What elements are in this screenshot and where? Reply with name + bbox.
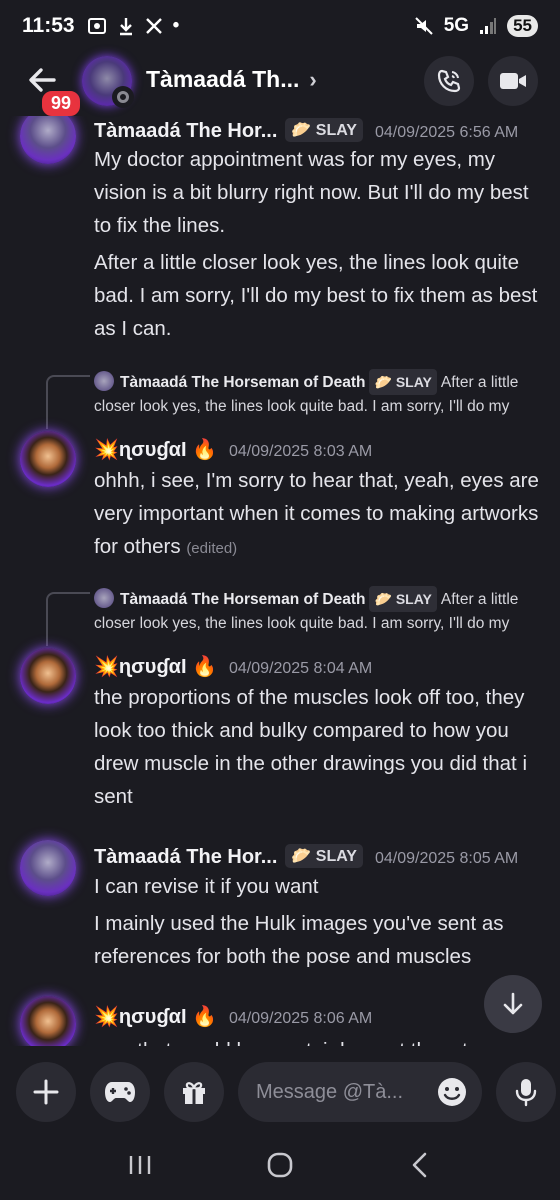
video-camera-icon	[500, 73, 526, 89]
reply-tag-label: SLAY	[395, 374, 432, 390]
author-name[interactable]: ɳσυɠαƖ	[119, 439, 187, 461]
status-bar: 11:53 • 5G 55	[0, 0, 560, 52]
notification-icons: •	[87, 15, 180, 37]
reply-avatar	[94, 371, 114, 391]
tag-icon: 🥟	[291, 122, 312, 139]
message-input[interactable]	[256, 1080, 406, 1104]
message-text: yes, that would be great, i do want them…	[94, 1034, 546, 1046]
timestamp: 04/09/2025 6:56 AM	[374, 124, 519, 141]
timestamp: 04/09/2025 8:04 AM	[228, 660, 373, 677]
tag-icon: 🥟	[291, 848, 312, 865]
tag-label: SLAY	[315, 122, 357, 139]
timestamp: 04/09/2025 8:05 AM	[374, 850, 519, 867]
presence-offline-icon	[112, 86, 134, 108]
reply-avatar	[94, 588, 114, 608]
message-composer	[0, 1054, 560, 1130]
author-name[interactable]: Tàmaadá The Hor...	[94, 120, 277, 142]
voice-call-button[interactable]	[424, 56, 474, 106]
edited-label: (edited)	[186, 540, 238, 557]
timestamp: 04/09/2025 8:03 AM	[228, 443, 373, 460]
plus-icon	[33, 1079, 59, 1105]
author-name[interactable]: ɳσυɠαƖ	[119, 1006, 187, 1028]
message-text: ohhh, i see, I'm sorry to hear that, yea…	[94, 464, 546, 565]
reply-tag: 🥟 SLAY	[369, 369, 437, 395]
message-text: After a little closer look yes, the line…	[94, 251, 538, 340]
gamepad-icon	[105, 1082, 135, 1102]
dot-icon: •	[172, 15, 180, 36]
message-input-wrapper[interactable]	[238, 1062, 482, 1122]
battery-badge: 55	[507, 15, 538, 37]
author-name[interactable]: ɳσυɠαƖ	[119, 656, 187, 678]
system-back-button[interactable]	[400, 1145, 440, 1185]
recent-apps-button[interactable]	[120, 1145, 160, 1185]
avatar[interactable]	[20, 996, 76, 1046]
message-header: 💥ɳσυɠαƖ 🔥 04/09/2025 8:03 AM	[94, 437, 372, 462]
arrow-down-icon	[503, 992, 523, 1015]
chat-header: 99 Tàmaadá Th... ›	[0, 52, 560, 119]
jump-to-bottom-button[interactable]	[484, 975, 542, 1033]
avatar[interactable]	[20, 648, 76, 704]
collision-emoji: 💥	[94, 439, 119, 461]
message-text: the proportions of the muscles look off …	[94, 686, 528, 808]
message-list[interactable]: Tàmaadá The Hor... 🥟 SLAY 04/09/2025 6:56 …	[0, 116, 560, 1046]
phone-icon	[437, 69, 461, 93]
message-header: 💥ɳσυɠαƖ 🔥 04/09/2025 8:04 AM	[94, 654, 372, 679]
message-text: I mainly used the Hulk images you've sen…	[94, 912, 504, 968]
chevron-right-icon: ›	[309, 66, 317, 92]
message-header: Tàmaadá The Hor... 🥟 SLAY 04/09/2025 6:56 …	[94, 118, 518, 143]
message-header: Tàmaadá The Hor... 🥟 SLAY 04/09/2025 8:05 …	[94, 844, 518, 869]
page-title: Tàmaadá Th...	[146, 66, 300, 92]
reply-spine	[46, 592, 90, 646]
reply-author: Tàmaadá The Horseman of Death	[120, 374, 366, 391]
avatar[interactable]	[20, 840, 76, 896]
smiley-icon	[438, 1078, 466, 1106]
reply-preview[interactable]: Tàmaadá The Horseman of Death 🥟 SLAY After…	[94, 586, 546, 636]
unread-badge: 99	[39, 88, 84, 119]
message-header: 💥ɳσυɠαƖ 🔥 04/09/2025 8:06 AM	[94, 1004, 372, 1029]
home-button[interactable]	[260, 1145, 300, 1185]
message-text: My doctor appointment was for my eyes, m…	[94, 148, 529, 237]
microphone-icon	[515, 1079, 537, 1107]
add-attachment-button[interactable]	[16, 1062, 76, 1122]
gift-icon	[183, 1082, 205, 1104]
reply-tag-label: SLAY	[395, 591, 432, 607]
system-navigation-bar	[0, 1130, 560, 1200]
voice-message-button[interactable]	[496, 1062, 556, 1122]
reply-preview[interactable]: Tàmaadá The Horseman of Death 🥟 SLAY After…	[94, 369, 546, 419]
fire-emoji: 🔥	[192, 656, 217, 678]
author-name[interactable]: Tàmaadá The Hor...	[94, 846, 277, 868]
avatar[interactable]	[20, 116, 76, 164]
recent-apps-icon	[129, 1156, 151, 1174]
status-time: 11:53	[22, 14, 75, 37]
emoji-button[interactable]	[436, 1076, 468, 1108]
fire-emoji: 🔥	[192, 1006, 217, 1028]
system-icons: 5G 55	[414, 15, 538, 37]
channel-title[interactable]: Tàmaadá Th... ›	[146, 66, 317, 93]
reply-spine	[46, 375, 90, 429]
activities-button[interactable]	[90, 1062, 150, 1122]
timestamp: 04/09/2025 8:06 AM	[228, 1010, 373, 1027]
chevron-left-icon	[412, 1152, 427, 1178]
video-call-button[interactable]	[488, 56, 538, 106]
screenshot-icon	[87, 16, 107, 36]
server-tag: 🥟 SLAY	[285, 118, 363, 142]
x-app-icon	[145, 17, 163, 35]
tag-label: SLAY	[315, 848, 357, 865]
reply-author: Tàmaadá The Horseman of Death	[120, 591, 366, 608]
avatar[interactable]	[20, 431, 76, 487]
server-tag: 🥟 SLAY	[285, 844, 363, 868]
download-icon	[117, 16, 135, 36]
collision-emoji: 💥	[94, 656, 119, 678]
signal-icon	[479, 17, 497, 35]
collision-emoji: 💥	[94, 1006, 119, 1028]
message-body: ohhh, i see, I'm sorry to hear that, yea…	[94, 469, 539, 558]
reply-tag: 🥟 SLAY	[369, 586, 437, 612]
gift-button[interactable]	[164, 1062, 224, 1122]
fire-emoji: 🔥	[192, 439, 217, 461]
message-text: I can revise it if you want	[94, 875, 319, 898]
home-circle-icon	[267, 1152, 293, 1178]
mute-icon	[414, 16, 434, 36]
network-label: 5G	[443, 15, 470, 36]
